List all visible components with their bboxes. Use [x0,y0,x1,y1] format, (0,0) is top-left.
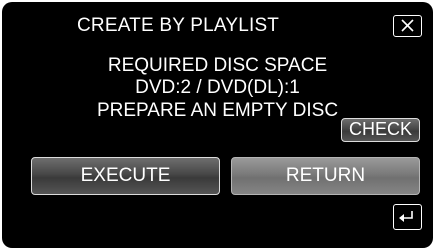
check-button[interactable]: CHECK [341,118,420,142]
return-button[interactable]: RETURN [231,157,420,195]
close-button[interactable] [393,15,422,37]
close-icon [401,19,414,32]
message-line-1: REQUIRED DISC SPACE [107,55,328,76]
back-arrow-icon [399,211,413,222]
back-button[interactable] [393,204,422,230]
dialog-screen: CREATE BY PLAYLIST REQUIRED DISC SPACE D… [2,2,433,248]
execute-button[interactable]: EXECUTE [31,157,220,195]
dialog-title: CREATE BY PLAYLIST [77,15,280,36]
message-line-2: DVD:2 / DVD(DL):1 [135,77,300,98]
